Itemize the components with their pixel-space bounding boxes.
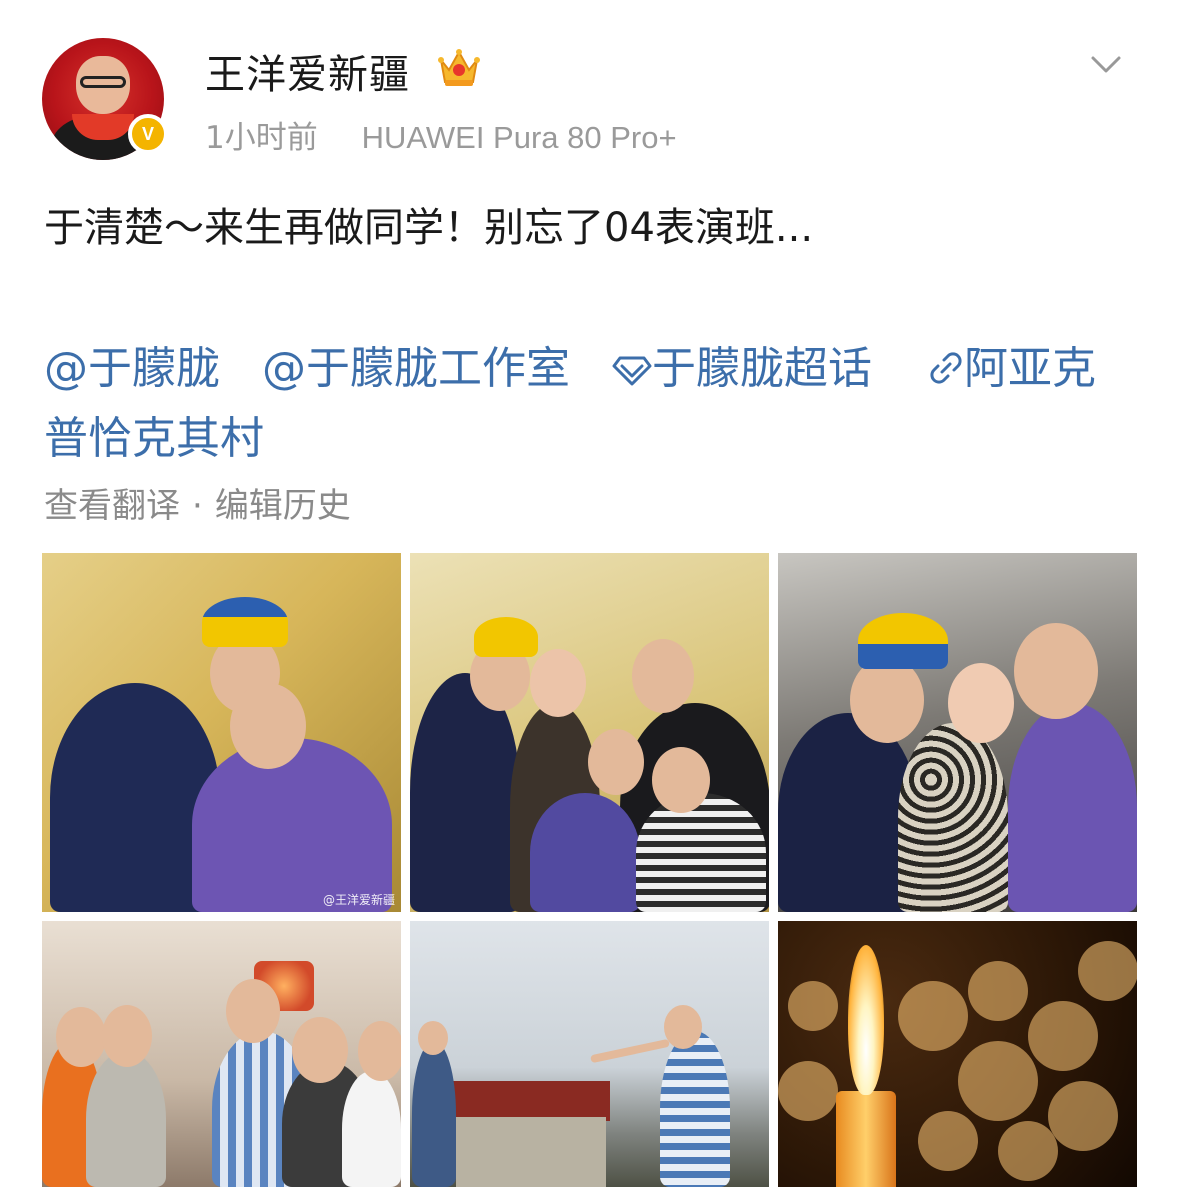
head	[358, 1021, 401, 1081]
photo-1[interactable]: @王洋爱新疆	[42, 553, 401, 912]
cap	[202, 597, 288, 647]
mention-link[interactable]: @于朦胧	[44, 343, 220, 394]
location-link[interactable]: 阿亚克	[928, 343, 1096, 394]
head	[948, 663, 1014, 743]
bokeh	[1028, 1001, 1098, 1071]
photo-6[interactable]	[778, 921, 1137, 1187]
super-topic-icon	[612, 356, 652, 386]
super-topic-label: 于朦胧超话	[652, 343, 872, 394]
edit-history-button[interactable]: 编辑历史	[215, 486, 351, 526]
location-label-2[interactable]: 普恰克其村	[44, 413, 264, 464]
bokeh	[968, 961, 1028, 1021]
location-label-1: 阿亚克	[964, 343, 1096, 394]
head	[56, 1007, 106, 1067]
head	[588, 729, 644, 795]
head	[652, 747, 710, 813]
person	[530, 793, 640, 912]
person	[636, 793, 766, 912]
bokeh	[1048, 1081, 1118, 1151]
photo-grid: @王洋爱新疆	[42, 553, 1137, 1187]
super-topic-link[interactable]: 于朦胧超话	[612, 343, 886, 394]
head	[1014, 623, 1098, 719]
photo-watermark: @王洋爱新疆	[322, 893, 395, 907]
bokeh	[788, 981, 838, 1031]
head	[632, 639, 694, 713]
arm	[590, 1038, 670, 1064]
post-meta: 1小时前 HUAWEI Pura 80 Pro+	[205, 112, 677, 157]
flame	[848, 945, 884, 1095]
mention-link[interactable]: @于朦胧工作室	[262, 343, 570, 394]
verified-icon: V	[128, 114, 168, 154]
head	[418, 1021, 448, 1055]
person	[660, 1031, 730, 1187]
person	[898, 723, 1008, 912]
bokeh	[1078, 941, 1137, 1001]
head	[850, 657, 924, 743]
separator: ·	[192, 486, 203, 526]
post-device: HUAWEI Pura 80 Pro+	[361, 120, 677, 155]
cap	[474, 617, 538, 657]
photo-5[interactable]	[410, 921, 769, 1187]
roof	[450, 1081, 610, 1121]
post-header: V 王洋爱新疆 1小时前 HUAWEI Pura 80 Pro+	[0, 0, 1179, 170]
bokeh	[998, 1121, 1058, 1181]
person	[86, 1051, 166, 1187]
bokeh	[898, 981, 968, 1051]
bokeh	[778, 1061, 838, 1121]
post-text: 于清楚～来生再做同学！别忘了04表演班...	[44, 205, 814, 251]
translate-button[interactable]: 查看翻译	[44, 486, 180, 526]
avatar-glasses	[80, 76, 126, 88]
head	[530, 649, 586, 717]
head	[102, 1005, 152, 1067]
crown-icon[interactable]	[437, 46, 481, 88]
head	[230, 683, 306, 769]
person	[192, 738, 392, 912]
person	[1008, 703, 1137, 912]
head	[292, 1017, 348, 1083]
person	[778, 713, 918, 912]
username[interactable]: 王洋爱新疆	[205, 42, 410, 100]
post-time: 1小时前	[205, 120, 318, 156]
cap	[858, 613, 948, 669]
photo-3[interactable]	[778, 553, 1137, 912]
post-actions: 查看翻译 · 编辑历史	[44, 478, 351, 527]
head	[664, 1005, 702, 1049]
person	[412, 1041, 456, 1187]
bokeh	[958, 1041, 1038, 1121]
bokeh	[918, 1111, 978, 1171]
wall	[456, 1117, 606, 1187]
head	[226, 979, 280, 1043]
candle	[836, 1091, 896, 1187]
chevron-down-icon[interactable]	[1090, 54, 1122, 76]
photo-2[interactable]	[410, 553, 769, 912]
post-tags: @于朦胧 @于朦胧工作室 于朦胧超话 阿亚克 普恰克其村	[44, 334, 1134, 474]
person	[342, 1071, 401, 1187]
photo-4[interactable]	[42, 921, 401, 1187]
link-icon	[930, 352, 962, 384]
